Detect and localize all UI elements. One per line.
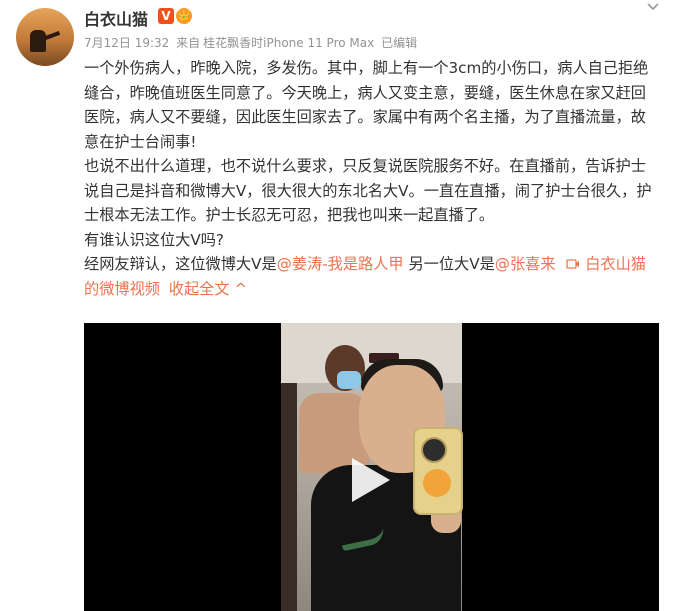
post-paragraph-1: 一个外伤病人，昨晚入院，多发伤。其中，脚上有一个3cm的小伤口，病人自己拒绝缝合… [84,59,649,151]
post-paragraph-4: 经网友辩认，这位微博大V是@姜涛-我是路人甲 另一位大V是@张喜来 白衣山猫的微… [84,252,658,301]
para4-middle: 另一位大V是 [408,255,495,273]
mention-link[interactable]: @张喜来 [495,255,556,273]
edited-label[interactable]: 已编辑 [381,36,417,50]
post-paragraph-2: 也说不出什么道理，也不说什么要求，只反复说医院服务不好。在直播前，告诉护士说自己… [84,157,652,224]
post-meta: 7月12日 19:32 来自 桂花飘香时iPhone 11 Pro Max 已编辑 [84,34,420,51]
video-link-icon[interactable] [560,255,585,273]
phone-camera [421,437,447,463]
phone-sticker [423,469,451,497]
avatar[interactable] [16,8,74,66]
video-phone [413,427,463,515]
video-mask [337,371,361,389]
collapse-arrow-icon[interactable]: ^ [234,280,247,298]
avatar-figure [30,30,46,52]
post-device[interactable]: 桂花飘香时iPhone 11 Pro Max [203,36,374,50]
post-body: 一个外伤病人，昨晚入院，多发伤。其中，脚上有一个3cm的小伤口，病人自己拒绝缝合… [84,56,658,301]
mention-link[interactable]: @姜涛-我是路人甲 [277,255,404,273]
source-prefix: 来自 [176,36,201,50]
video-door [281,383,297,611]
play-icon[interactable] [352,458,390,502]
para4-prefix: 经网友辩认，这位微博大V是 [84,255,277,273]
collapse-button[interactable]: 收起全文 [169,280,230,298]
video-player[interactable] [84,323,659,611]
crown-icon: 👑 [176,8,192,24]
post-paragraph-3: 有谁认识这位大V吗? [84,230,224,249]
username[interactable]: 白衣山猫 [84,6,148,30]
chevron-down-icon[interactable] [646,0,660,14]
verified-badge-icon: V [158,8,174,24]
post-date[interactable]: 7月12日 19:32 [84,36,169,50]
